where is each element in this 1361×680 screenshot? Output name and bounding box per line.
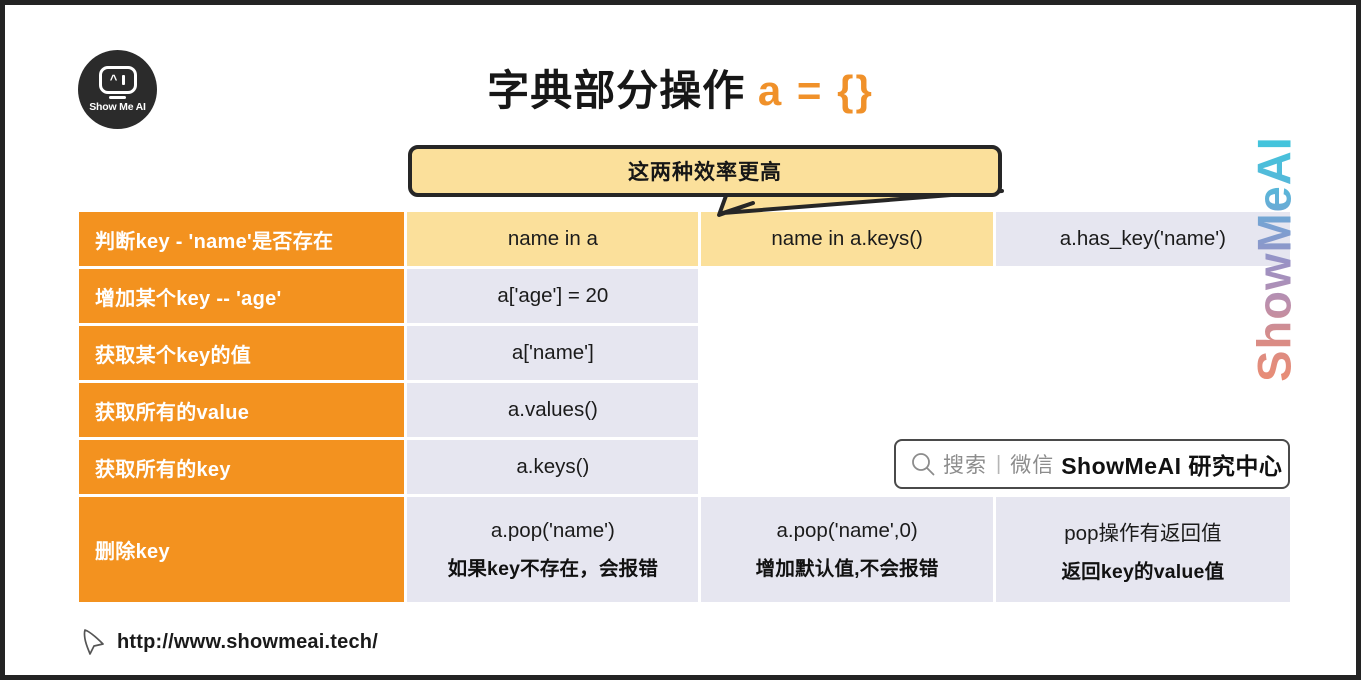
cursor-pointer-icon bbox=[83, 629, 104, 655]
row-label: 获取所有的value bbox=[79, 383, 405, 437]
search-divider: | bbox=[996, 452, 1002, 475]
callout-box: 这两种效率更高 bbox=[408, 145, 1002, 197]
footer: http://www.showmeai.tech/ bbox=[81, 627, 378, 657]
table-row: 获取某个key的值 a['name'] bbox=[79, 326, 1290, 380]
row-value-col2: a.pop('name') 如果key不存在，会报错 bbox=[407, 497, 699, 602]
table-row: 获取所有的value a.values() bbox=[79, 383, 1290, 437]
table-row: 删除key a.pop('name') 如果key不存在，会报错 a.pop('… bbox=[79, 497, 1290, 602]
row-value-col4: pop操作有返回值 返回key的value值 bbox=[995, 497, 1290, 602]
row-label: 获取所有的key bbox=[79, 440, 405, 494]
table-row: 判断key - 'name'是否存在 name in a name in a.k… bbox=[79, 212, 1290, 266]
row-value-col2-note: 如果key不存在，会报错 bbox=[447, 557, 659, 580]
slide-canvas: ^ Show Me AI 字典部分操作 a = {} 这两种效率更高 ShowM… bbox=[0, 0, 1361, 680]
row-value-col3-empty bbox=[701, 269, 992, 323]
row-label: 删除key bbox=[79, 497, 405, 602]
callout-text: 这两种效率更高 bbox=[628, 161, 782, 184]
row-value-col4-main: pop操作有返回值 bbox=[1064, 521, 1222, 545]
row-value-col4-empty bbox=[996, 383, 1290, 437]
row-label: 增加某个key -- 'age' bbox=[79, 269, 405, 323]
row-value-col4-note: 返回key的value值 bbox=[1061, 560, 1225, 583]
row-value-col2: a.values() bbox=[407, 383, 699, 437]
row-label: 获取某个key的值 bbox=[79, 326, 405, 380]
row-value-col2-main: a.pop('name') bbox=[490, 518, 615, 542]
row-value-col3-main: a.pop('name',0) bbox=[776, 518, 918, 542]
row-value-col2: a['age'] = 20 bbox=[407, 269, 699, 323]
row-value-col3: a.pop('name',0) 增加默认值,不会报错 bbox=[701, 497, 993, 602]
wechat-search-widget[interactable]: 搜索 | 微信 ShowMeAI 研究中心 bbox=[894, 439, 1290, 489]
row-value-col3-note: 增加默认值,不会报错 bbox=[755, 557, 939, 580]
table-row: 增加某个key -- 'age' a['age'] = 20 bbox=[79, 269, 1290, 323]
search-account-name: ShowMeAI 研究中心 bbox=[1061, 453, 1283, 479]
page-title-code: a = {} bbox=[757, 67, 874, 114]
vertical-watermark: ShowMeAI bbox=[1247, 133, 1301, 385]
row-value-col2: a.keys() bbox=[407, 440, 699, 494]
page-title: 字典部分操作 a = {} bbox=[5, 57, 1356, 118]
operations-table: 判断key - 'name'是否存在 name in a name in a.k… bbox=[79, 212, 1290, 605]
row-value-col3: name in a.keys() bbox=[701, 212, 993, 266]
search-placeholder: 搜索 bbox=[943, 454, 987, 477]
row-label: 判断key - 'name'是否存在 bbox=[79, 212, 405, 266]
search-channel: 微信 bbox=[1010, 454, 1055, 477]
row-value-col2: a['name'] bbox=[407, 326, 699, 380]
page-title-main: 字典部分操作 bbox=[487, 67, 746, 114]
footer-url: http://www.showmeai.tech/ bbox=[117, 630, 378, 653]
row-value-col2: name in a bbox=[407, 212, 699, 266]
search-icon bbox=[912, 453, 935, 476]
row-value-col3-empty bbox=[701, 326, 992, 380]
row-value-col3-empty bbox=[701, 383, 992, 437]
vertical-watermark-text: ShowMeAI bbox=[1247, 136, 1301, 382]
